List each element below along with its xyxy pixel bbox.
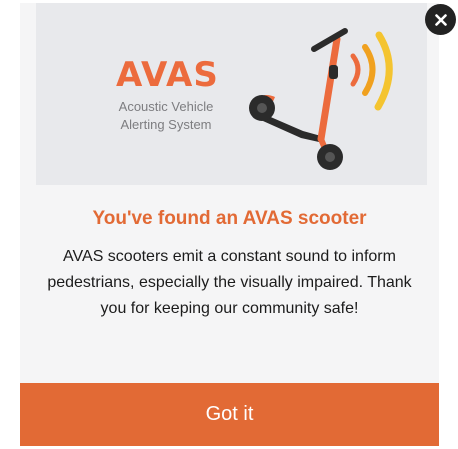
close-icon bbox=[434, 13, 447, 26]
got-it-button[interactable]: Got it bbox=[20, 383, 439, 446]
scooter-illustration bbox=[249, 28, 393, 170]
scooter-deck bbox=[263, 115, 321, 142]
brand-subtitle-line-1: Acoustic Vehicle bbox=[118, 99, 214, 114]
dialog-body: AVAS scooters emit a constant sound to i… bbox=[47, 248, 412, 317]
got-it-button-label: Got it bbox=[205, 403, 254, 425]
scooter-light bbox=[329, 65, 338, 79]
scooter-stem bbox=[317, 35, 341, 143]
brand-subtitle: Acoustic Vehicle Alerting System bbox=[96, 98, 236, 134]
brand-title: AVAS bbox=[116, 55, 219, 95]
brand-subtitle-line-2: Alerting System bbox=[120, 117, 212, 132]
dialog-heading: You've found an AVAS scooter bbox=[92, 208, 367, 229]
hero-banner: AVAS Acoustic Vehicle Alerting System bbox=[36, 3, 427, 185]
sound-waves-icon bbox=[350, 31, 393, 111]
close-button[interactable] bbox=[425, 4, 456, 35]
